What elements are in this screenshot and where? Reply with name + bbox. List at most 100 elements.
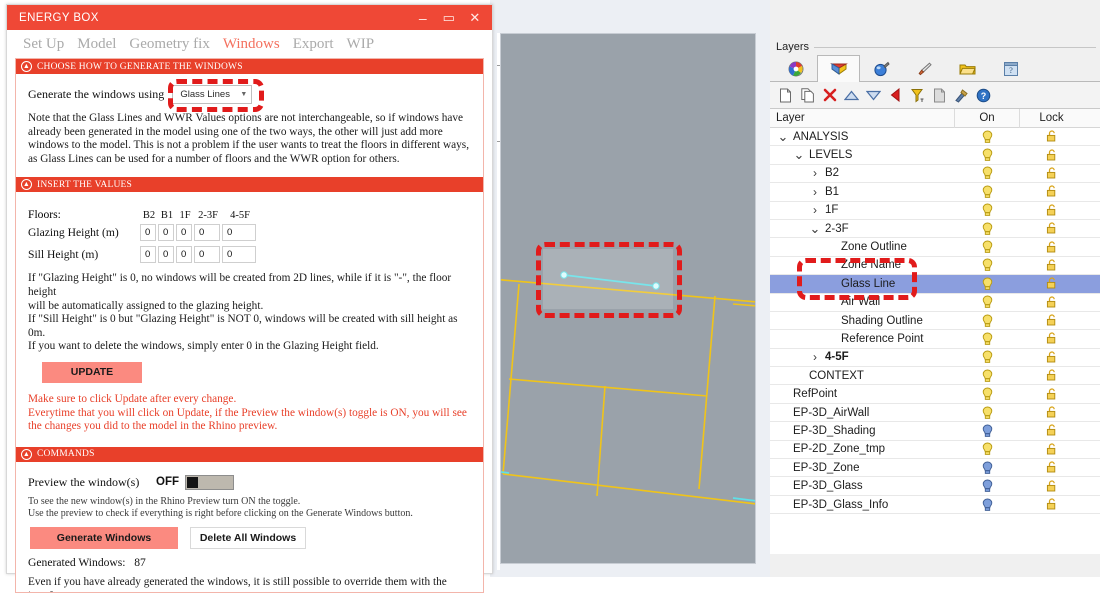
- chevron-down-icon[interactable]: ⌄: [808, 227, 822, 231]
- layer-visibility-on-icon[interactable]: [955, 295, 1020, 309]
- sill-input-4-5f[interactable]: 0: [222, 246, 256, 263]
- layer-unlocked-icon[interactable]: [1020, 480, 1083, 493]
- layer-visibility-on-icon[interactable]: [955, 203, 1020, 217]
- close-button[interactable]: ✕: [462, 7, 488, 29]
- layer-visibility-on-icon[interactable]: [955, 130, 1020, 144]
- layer-visibility-on-icon[interactable]: [955, 314, 1020, 328]
- section-header-choose[interactable]: ▲ CHOOSE HOW TO GENERATE THE WINDOWS: [16, 59, 483, 74]
- layer-row[interactable]: Zone Outline: [770, 238, 1100, 256]
- layer-visibility-on-icon[interactable]: [955, 148, 1020, 162]
- maximize-button[interactable]: ▭: [436, 7, 462, 29]
- layer-row[interactable]: EP-2D_Zone_tmp: [770, 441, 1100, 459]
- layer-unlocked-icon[interactable]: [1020, 130, 1083, 143]
- layer-unlocked-icon[interactable]: [1020, 461, 1083, 474]
- chevron-down-icon[interactable]: ⌄: [776, 135, 790, 139]
- filter-icon[interactable]: [909, 87, 926, 104]
- minimize-button[interactable]: –: [410, 7, 436, 29]
- layer-visibility-off-icon[interactable]: [955, 498, 1020, 512]
- render-tab[interactable]: [860, 56, 903, 81]
- chevron-right-icon[interactable]: ›: [808, 166, 822, 180]
- layer-unlocked-icon[interactable]: [1020, 314, 1083, 327]
- display-tab[interactable]: [903, 56, 946, 81]
- layer-visibility-off-icon[interactable]: [955, 424, 1020, 438]
- layer-row[interactable]: CONTEXT: [770, 367, 1100, 385]
- delete-layer-icon[interactable]: [821, 87, 838, 104]
- menu-item-export[interactable]: Export: [293, 36, 334, 53]
- layer-visibility-on-icon[interactable]: [955, 406, 1020, 420]
- layer-unlocked-icon[interactable]: [1020, 149, 1083, 162]
- rhino-viewport[interactable]: [500, 33, 756, 564]
- help-icon[interactable]: ?: [975, 87, 992, 104]
- layer-row[interactable]: ⌄ANALYSIS: [770, 128, 1100, 146]
- layer-row[interactable]: ⌄LEVELS: [770, 146, 1100, 164]
- menu-item-setup[interactable]: Set Up: [23, 36, 64, 53]
- section-header-commands[interactable]: ▲ COMMANDS: [16, 447, 483, 462]
- layer-row[interactable]: Shading Outline: [770, 312, 1100, 330]
- tools-icon[interactable]: [953, 87, 970, 104]
- sill-input-b1[interactable]: 0: [158, 246, 174, 263]
- layer-unlocked-icon[interactable]: [1020, 332, 1083, 345]
- preview-toggle-switch[interactable]: [185, 475, 234, 490]
- layer-unlocked-icon[interactable]: [1020, 222, 1083, 235]
- layer-visibility-on-icon[interactable]: [955, 185, 1020, 199]
- layer-row[interactable]: ⌄2-3F: [770, 220, 1100, 238]
- move-down-icon[interactable]: [865, 87, 882, 104]
- layer-visibility-on-icon[interactable]: [955, 222, 1020, 236]
- glazing-input-2-3f[interactable]: 0: [194, 224, 220, 241]
- sill-input-1f[interactable]: 0: [176, 246, 192, 263]
- layer-unlocked-icon[interactable]: [1020, 277, 1083, 290]
- page-icon[interactable]: [931, 87, 948, 104]
- layer-unlocked-icon[interactable]: [1020, 241, 1083, 254]
- menu-item-geometry-fix[interactable]: Geometry fix: [129, 36, 209, 53]
- layer-unlocked-icon[interactable]: [1020, 369, 1083, 382]
- glazing-input-4-5f[interactable]: 0: [222, 224, 256, 241]
- layer-visibility-on-icon[interactable]: [955, 387, 1020, 401]
- layer-unlocked-icon[interactable]: [1020, 296, 1083, 309]
- new-layer-icon[interactable]: [777, 87, 794, 104]
- layer-visibility-on-icon[interactable]: [955, 332, 1020, 346]
- layer-row[interactable]: EP-3D_Zone: [770, 459, 1100, 477]
- help-tab[interactable]: ?: [989, 56, 1032, 81]
- sill-input-b2[interactable]: 0: [140, 246, 156, 263]
- column-header-layer[interactable]: Layer: [770, 109, 955, 128]
- layer-unlocked-icon[interactable]: [1020, 167, 1083, 180]
- column-header-lock[interactable]: Lock: [1020, 109, 1083, 128]
- layer-visibility-on-icon[interactable]: [955, 240, 1020, 254]
- layer-visibility-on-icon[interactable]: [955, 277, 1020, 291]
- layer-visibility-off-icon[interactable]: [955, 461, 1020, 475]
- layer-row[interactable]: Air Wall: [770, 294, 1100, 312]
- layer-row[interactable]: Glass Line: [770, 275, 1100, 293]
- chevron-right-icon[interactable]: ›: [808, 350, 822, 364]
- glazing-input-1f[interactable]: 0: [176, 224, 192, 241]
- section-header-insert[interactable]: ▲ INSERT THE VALUES: [16, 177, 483, 192]
- layer-unlocked-icon[interactable]: [1020, 259, 1083, 272]
- layer-unlocked-icon[interactable]: [1020, 351, 1083, 364]
- layer-row[interactable]: RefPoint: [770, 385, 1100, 403]
- layer-row[interactable]: EP-3D_AirWall: [770, 404, 1100, 422]
- column-header-on[interactable]: On: [955, 109, 1020, 128]
- layer-unlocked-icon[interactable]: [1020, 388, 1083, 401]
- chevron-right-icon[interactable]: ›: [808, 185, 822, 199]
- menu-item-windows[interactable]: Windows: [223, 36, 280, 53]
- layer-unlocked-icon[interactable]: [1020, 204, 1083, 217]
- layer-visibility-on-icon[interactable]: [955, 166, 1020, 180]
- layer-visibility-on-icon[interactable]: [955, 350, 1020, 364]
- menu-item-model[interactable]: Model: [77, 36, 116, 53]
- generation-method-dropdown[interactable]: Glass Lines ▼: [172, 85, 252, 104]
- layer-row[interactable]: ›1F: [770, 202, 1100, 220]
- sill-input-2-3f[interactable]: 0: [194, 246, 220, 263]
- layer-visibility-on-icon[interactable]: [955, 258, 1020, 272]
- properties-tab[interactable]: [774, 56, 817, 81]
- move-up-icon[interactable]: [843, 87, 860, 104]
- layer-row[interactable]: ›B1: [770, 183, 1100, 201]
- delete-all-windows-button[interactable]: Delete All Windows: [190, 527, 306, 549]
- layer-row[interactable]: ›B2: [770, 165, 1100, 183]
- generate-windows-button[interactable]: Generate Windows: [30, 527, 178, 549]
- layer-visibility-on-icon[interactable]: [955, 369, 1020, 383]
- layer-unlocked-icon[interactable]: [1020, 424, 1083, 437]
- layer-visibility-off-icon[interactable]: [955, 479, 1020, 493]
- glazing-input-b1[interactable]: 0: [158, 224, 174, 241]
- move-left-icon[interactable]: [887, 87, 904, 104]
- layer-row[interactable]: EP-3D_Shading: [770, 422, 1100, 440]
- layer-unlocked-icon[interactable]: [1020, 443, 1083, 456]
